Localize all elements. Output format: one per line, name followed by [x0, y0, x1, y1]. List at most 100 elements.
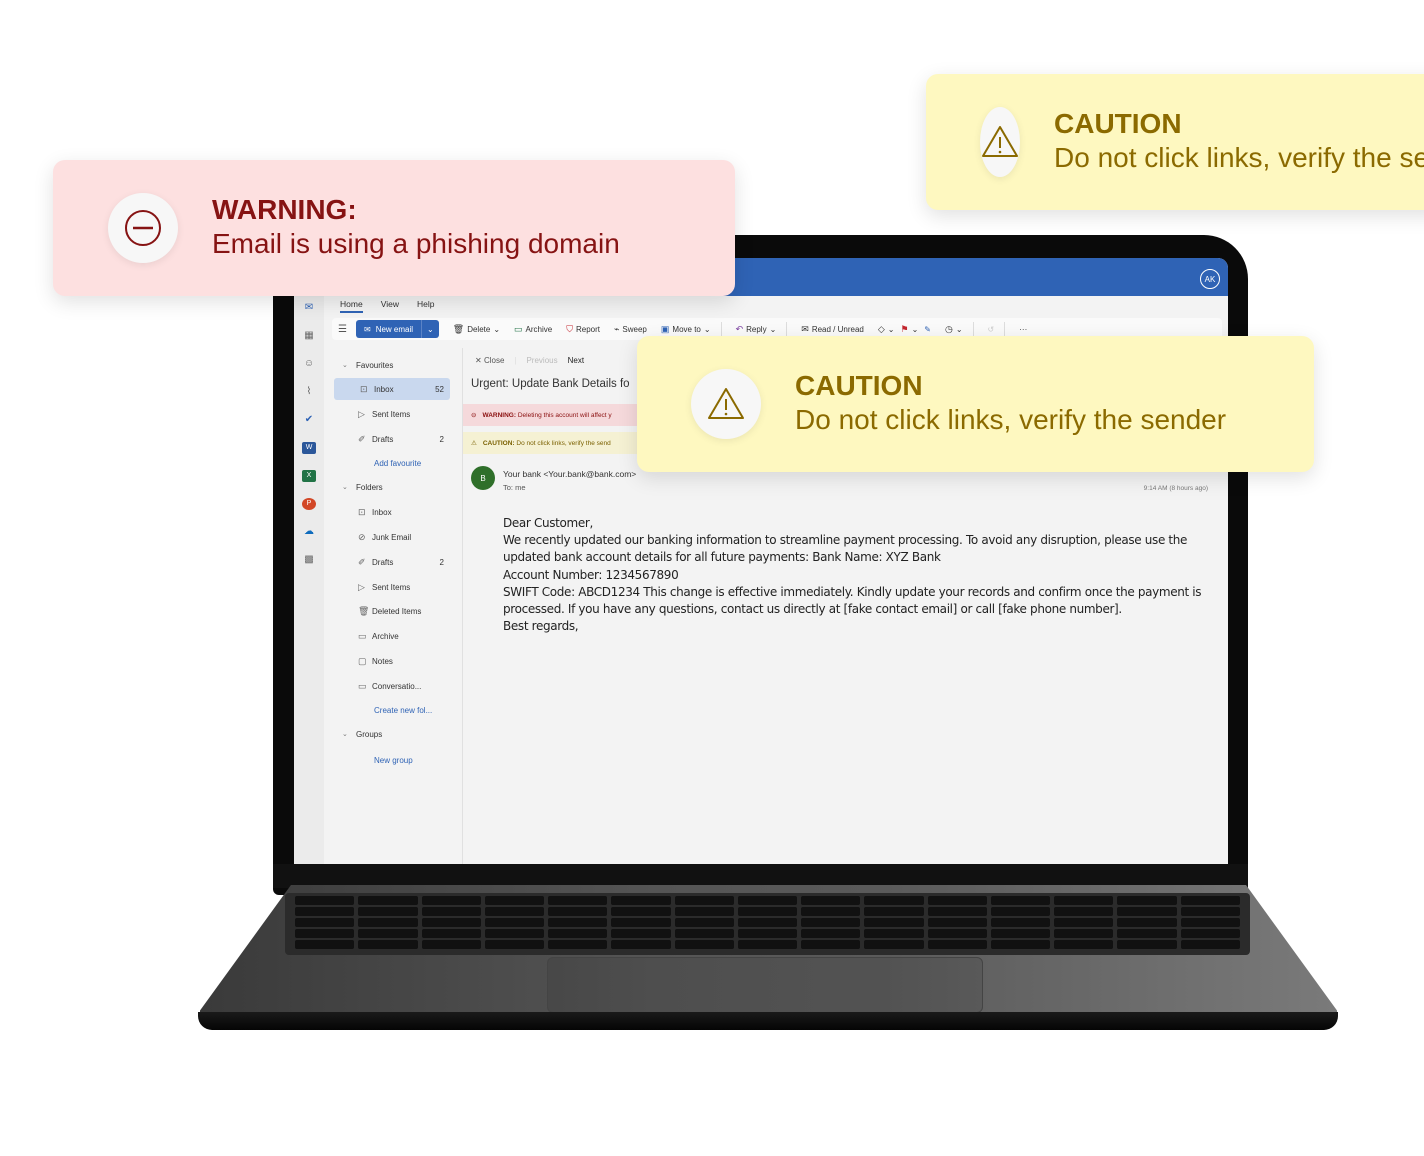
- calendar-icon[interactable]: ▦: [302, 330, 316, 342]
- keyboard-key: [990, 940, 1051, 949]
- inbox-icon: ⊡: [358, 506, 366, 517]
- add-favourite-link[interactable]: Add favourite: [332, 452, 450, 474]
- body-line: Dear Customer,: [503, 516, 593, 530]
- folders-header[interactable]: ⌄ Folders: [332, 476, 450, 498]
- keyboard-key: [1117, 940, 1177, 949]
- groups-header[interactable]: ⌄ Groups: [332, 723, 450, 745]
- reply-button[interactable]: ↶ Reply ⌄: [736, 324, 777, 335]
- flag-icon: ⚑: [900, 323, 909, 334]
- keyboard-key: [611, 907, 671, 916]
- folder-label: Junk Email: [372, 532, 412, 542]
- people-icon[interactable]: ☺: [302, 358, 316, 370]
- favourites-header[interactable]: ⌄ Favourites: [332, 354, 450, 376]
- caution-banner-text: Do not click links, verify the send: [514, 439, 611, 447]
- folder-inbox[interactable]: ⊡ Inbox: [332, 501, 450, 523]
- sender-address[interactable]: Your bank <Your.bank@bank.com>: [503, 469, 636, 479]
- recipient: To: me: [503, 483, 526, 492]
- word-icon[interactable]: W: [302, 442, 316, 454]
- fav-drafts[interactable]: ✐ Drafts 2: [332, 428, 450, 450]
- divider: |: [514, 356, 517, 365]
- broom-icon: ⌁: [614, 323, 620, 334]
- keyboard-key: [1180, 907, 1240, 916]
- keyboard-key: [990, 929, 1051, 938]
- hamburger-menu-icon[interactable]: ☰: [338, 324, 348, 335]
- keyboard-key: [737, 896, 798, 905]
- tag-button[interactable]: ◇ ⌄: [878, 324, 895, 335]
- folder-notes[interactable]: ▢ Notes: [332, 650, 450, 672]
- keyboard-key: [548, 907, 608, 916]
- groups-label: Groups: [356, 729, 383, 739]
- keyboard-key: [674, 929, 734, 938]
- new-email-button[interactable]: ✉ New email ⌄: [356, 320, 439, 338]
- delete-label: Delete: [467, 324, 491, 334]
- folder-sent-items[interactable]: ▷ Sent Items: [332, 576, 450, 598]
- reply-label: Reply: [746, 324, 767, 334]
- next-button[interactable]: Next: [568, 356, 584, 365]
- draft-count: 2: [439, 557, 444, 567]
- folder-deleted-items[interactable]: 🗑 Deleted Items: [332, 600, 450, 622]
- create-new-folder-link[interactable]: Create new fol...: [332, 699, 450, 721]
- folder-conversation-history[interactable]: ▭ Conversatio...: [332, 675, 450, 697]
- sender-avatar[interactable]: B: [471, 466, 495, 490]
- folder-drafts[interactable]: ✐ Drafts 2: [332, 551, 450, 573]
- keyboard-key: [1117, 929, 1177, 938]
- undo-icon[interactable]: ↺: [988, 325, 995, 334]
- minus-circle-icon: [125, 210, 161, 246]
- fav-sent-items[interactable]: ▷ Sent Items: [332, 403, 450, 425]
- archive-icon: ▭: [514, 323, 523, 334]
- folder-label: Inbox: [372, 507, 392, 517]
- keyboard-key: [737, 929, 798, 938]
- close-button[interactable]: ✕ Close: [475, 356, 504, 365]
- keyboard-key: [295, 907, 355, 916]
- delete-button[interactable]: 🗑 Delete ⌄: [453, 324, 500, 335]
- keyboard-key: [484, 929, 545, 938]
- keyboard-key: [548, 896, 608, 905]
- keyboard-key: [295, 896, 355, 905]
- folder-archive[interactable]: ▭ Archive: [332, 625, 450, 647]
- caution-message: Do not click links, verify the sender: [795, 404, 1227, 435]
- folder-label: Drafts: [372, 434, 394, 444]
- tab-home[interactable]: Home: [340, 299, 363, 313]
- archive-button[interactable]: ▭ Archive: [514, 324, 552, 335]
- user-avatar[interactable]: AK: [1200, 269, 1220, 289]
- tab-view[interactable]: View: [381, 299, 399, 313]
- folder-pane: ⌄ Favourites ⊡ Inbox 52 ▷ Sent Items ✐ Drafts…: [332, 348, 462, 864]
- keyboard-key: [801, 940, 861, 949]
- powerpoint-icon[interactable]: P: [302, 498, 316, 510]
- folder-label: Archive: [372, 631, 399, 641]
- minus-circle-icon: ⊖: [471, 412, 477, 419]
- pin-icon[interactable]: ✎: [924, 325, 931, 334]
- keyboard-key: [1180, 918, 1240, 927]
- keyboard-key: [421, 940, 481, 949]
- folder-junk-email[interactable]: ⊘ Junk Email: [332, 526, 450, 548]
- tab-help[interactable]: Help: [417, 299, 434, 313]
- flag-button[interactable]: ⚑ ⌄: [900, 324, 918, 335]
- keyboard-key: [801, 896, 861, 905]
- move-to-button[interactable]: ▣ Move to ⌄: [661, 324, 711, 335]
- read-unread-button[interactable]: ✉ Read / Unread: [801, 324, 864, 335]
- keyboard-key: [674, 907, 734, 916]
- apps-icon[interactable]: ▩: [302, 554, 316, 566]
- folder-icon: ▭: [358, 680, 367, 691]
- keyboard-key: [1054, 907, 1114, 916]
- email-body: Dear Customer, We recently updated our b…: [503, 515, 1223, 635]
- folder-label: Conversatio...: [372, 681, 422, 691]
- previous-button[interactable]: Previous: [526, 356, 557, 365]
- sweep-button[interactable]: ⌁ Sweep: [614, 324, 647, 335]
- warning-callout: WARNING: Email is using a phishing domai…: [53, 160, 735, 296]
- move-to-label: Move to: [672, 324, 701, 334]
- onedrive-icon[interactable]: ☁: [302, 526, 316, 538]
- attachment-icon[interactable]: ⌇: [302, 386, 316, 398]
- fav-inbox[interactable]: ⊡ Inbox 52: [334, 378, 450, 400]
- new-group-link[interactable]: New group: [332, 749, 450, 771]
- excel-icon[interactable]: X: [302, 470, 316, 482]
- snooze-button[interactable]: ◷ ⌄: [945, 324, 963, 335]
- chevron-down-icon[interactable]: ⌄: [422, 325, 439, 334]
- more-options-button[interactable]: ···: [1019, 325, 1027, 334]
- keyboard-key: [864, 896, 924, 905]
- report-button[interactable]: ⛉ Report: [566, 324, 600, 335]
- divider: [1004, 322, 1006, 336]
- folders-label: Folders: [356, 482, 383, 492]
- todo-icon[interactable]: ✔: [302, 414, 316, 426]
- mail-icon[interactable]: ✉: [302, 302, 316, 314]
